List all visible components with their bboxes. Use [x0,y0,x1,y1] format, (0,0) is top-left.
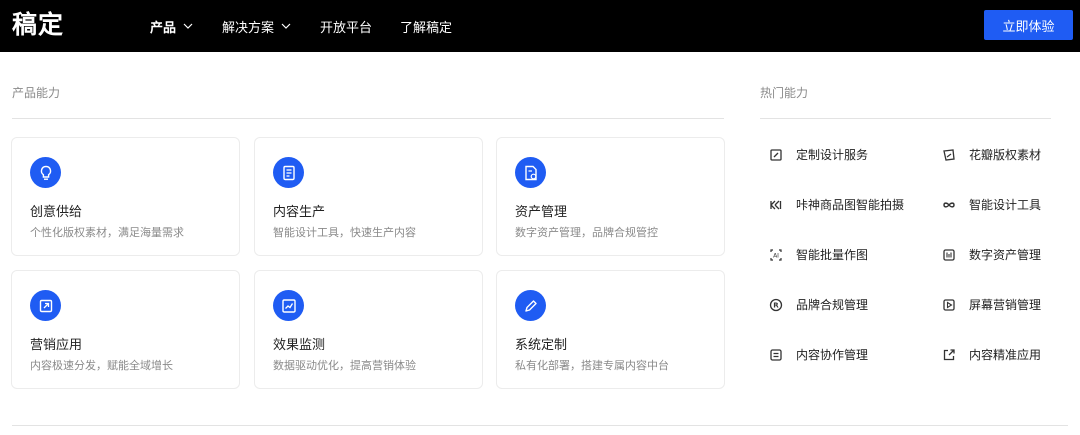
try-now-button[interactable]: 立即体验 [984,10,1073,40]
card-description: 私有化部署，搭建专属内容中台 [515,359,669,372]
card-title: 效果监测 [273,338,326,353]
hot-item[interactable]: 咔神商品图智能拍摄 [768,196,904,213]
ai-batch-icon: AI [768,247,784,263]
document-icon [273,157,304,188]
divider [760,118,1051,119]
hot-item-label: 屏幕营销管理 [969,298,1042,312]
top-navbar: 稿定 产品 解决方案 开放平台 了解稿定 立即体验 [0,0,1080,52]
collaboration-icon [768,347,784,363]
chevron-down-icon [281,23,291,29]
nav-label: 产品 [150,20,177,36]
card-description: 个性化版权素材，满足海量需求 [30,226,184,239]
nav-label: 了解稿定 [400,20,453,36]
hot-item-label: 内容精准应用 [969,348,1042,362]
nav-item-open-platform[interactable]: 开放平台 [320,17,372,36]
hot-item[interactable]: 数字资产管理 [941,246,1041,263]
infinity-icon [941,197,957,213]
pen-edit-icon [515,290,546,321]
lightbulb-icon [30,157,61,188]
hot-item-label: 品牌合规管理 [796,298,869,312]
nav-label: 开放平台 [320,20,373,36]
capability-card[interactable]: 资产管理 数字资产管理，品牌合规管控 [496,137,725,256]
capability-card[interactable]: 效果监测 数据驱动优化，提高营销体验 [254,270,483,389]
hot-item[interactable]: 屏幕营销管理 [941,296,1041,313]
svg-text:AI: AI [773,252,779,259]
nav-item-about[interactable]: 了解稿定 [400,17,452,36]
main-nav: 产品 解决方案 开放平台 了解稿定 [150,0,480,52]
section-title-capabilities: 产品能力 [12,86,61,100]
hot-item[interactable]: 花瓣版权素材 [941,146,1041,163]
hot-item[interactable]: 定制设计服务 [768,146,868,163]
hot-item-label: 花瓣版权素材 [969,148,1042,162]
hot-item-label: 咔神商品图智能拍摄 [796,198,905,212]
external-link-icon [30,290,61,321]
hot-item[interactable]: 智能设计工具 [941,196,1041,213]
card-title: 营销应用 [30,338,83,353]
screen-play-icon [941,297,957,313]
svg-text:R: R [773,301,779,309]
capability-card[interactable]: 创意供给 个性化版权素材，满足海量需求 [11,137,240,256]
card-title: 系统定制 [515,338,568,353]
section-title-hot: 热门能力 [760,86,809,100]
card-description: 内容极速分发，赋能全域增长 [30,359,173,372]
nav-label: 解决方案 [222,20,275,36]
capability-card[interactable]: 内容生产 智能设计工具，快速生产内容 [254,137,483,256]
chevron-down-icon [183,23,193,29]
card-title: 内容生产 [273,205,326,220]
nav-item-solutions[interactable]: 解决方案 [222,17,292,36]
card-title: 资产管理 [515,205,568,220]
custom-design-icon [768,147,784,163]
capability-card[interactable]: 营销应用 内容极速分发，赋能全域增长 [11,270,240,389]
capability-card[interactable]: 系统定制 私有化部署，搭建专属内容中台 [496,270,725,389]
hot-item-label: 内容协作管理 [796,348,869,362]
card-description: 数字资产管理，品牌合规管控 [515,226,658,239]
hot-item-label: 智能批量作图 [796,248,869,262]
hot-item[interactable]: R 品牌合规管理 [768,296,868,313]
petal-icon [941,147,957,163]
digital-asset-icon [941,247,957,263]
asset-file-icon [515,157,546,188]
hot-item[interactable]: AI 智能批量作图 [768,246,868,263]
card-description: 智能设计工具，快速生产内容 [273,226,416,239]
hot-item[interactable]: 内容精准应用 [941,346,1041,363]
card-title: 创意供给 [30,205,83,220]
logo[interactable]: 稿定 [12,9,64,41]
camera-shoot-icon [768,197,784,213]
hot-item-label: 智能设计工具 [969,198,1042,212]
trend-chart-icon [273,290,304,321]
divider [12,118,724,119]
registered-icon: R [768,297,784,313]
hot-item-label: 数字资产管理 [969,248,1042,262]
footer-divider [12,425,1068,426]
hot-item-label: 定制设计服务 [796,148,869,162]
nav-item-products[interactable]: 产品 [150,17,194,36]
card-description: 数据驱动优化，提高营销体验 [273,359,416,372]
hot-item[interactable]: 内容协作管理 [768,346,868,363]
share-out-icon [941,347,957,363]
